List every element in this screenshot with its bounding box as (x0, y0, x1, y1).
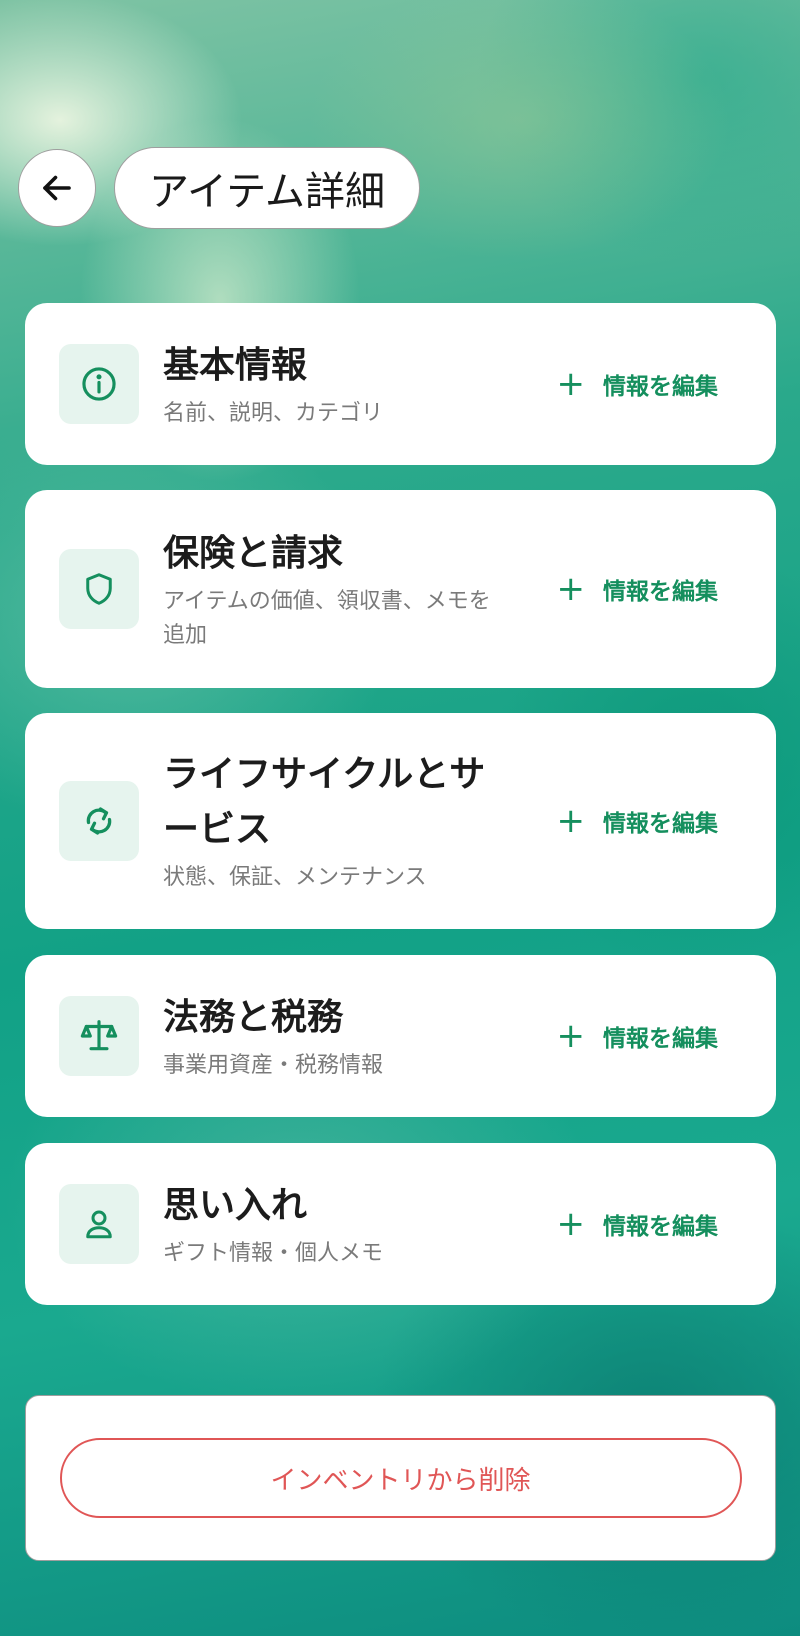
danger-zone-panel: インベントリから削除 (25, 1395, 776, 1561)
section-text: ライフサイクルとサービス 状態、保証、メンテナンス (163, 747, 493, 895)
section-text: 法務と税務 事業用資産・税務情報 (163, 990, 493, 1083)
shield-icon (86, 573, 112, 605)
section-card-sentimental[interactable]: 思い入れ ギフト情報・個人メモ + 情報を編集 (25, 1143, 776, 1305)
section-text: 保険と請求 アイテムの価値、領収書、メモを追加 (163, 526, 493, 653)
section-title: 思い入れ (163, 1184, 308, 1226)
edit-info-label: 情報を編集 (603, 1214, 718, 1240)
section-title: 保険と請求 (163, 532, 344, 574)
scale-icon (80, 1020, 118, 1051)
section-card-legal-tax[interactable]: 法務と税務 事業用資産・税務情報 + 情報を編集 (25, 955, 776, 1117)
section-text: 思い入れ ギフト情報・個人メモ (163, 1178, 493, 1271)
section-card-basic-info[interactable]: 基本情報 名前、説明、カテゴリ + 情報を編集 (25, 303, 776, 465)
arrow-left-icon (43, 175, 71, 201)
edit-info-button[interactable]: + 情報を編集 (557, 1207, 719, 1241)
section-subtitle: 事業用資産・税務情報 (163, 1052, 384, 1078)
edit-info-button[interactable]: + 情報を編集 (557, 1019, 719, 1053)
refresh-icon (86, 807, 112, 835)
delete-from-inventory-button[interactable]: インベントリから削除 (59, 1438, 742, 1518)
edit-info-button[interactable]: + 情報を編集 (557, 572, 719, 606)
edit-info-label: 情報を編集 (603, 579, 718, 605)
edit-info-button[interactable]: + 情報を編集 (557, 367, 719, 401)
section-card-lifecycle[interactable]: ライフサイクルとサービス 状態、保証、メンテナンス + 情報を編集 (25, 713, 776, 929)
person-icon (86, 1210, 112, 1239)
edit-info-label: 情報を編集 (603, 1026, 718, 1052)
plus-icon: + (556, 801, 586, 841)
edit-info-button[interactable]: + 情報を編集 (557, 804, 719, 838)
section-subtitle: アイテムの価値、領収書、メモを追加 (163, 588, 491, 648)
icon-container (59, 996, 139, 1076)
icon-container (59, 781, 139, 861)
section-title: 基本情報 (163, 344, 308, 386)
plus-icon: + (556, 1016, 586, 1056)
icon-container (59, 549, 139, 629)
info-icon (82, 367, 116, 401)
plus-icon: + (556, 1204, 586, 1244)
section-title: ライフサイクルとサービス (163, 754, 486, 850)
plus-icon: + (556, 364, 586, 404)
icon-container (59, 1184, 139, 1264)
page-title: アイテム詳細 (114, 147, 420, 229)
edit-info-label: 情報を編集 (603, 811, 718, 837)
section-subtitle: 名前、説明、カテゴリ (163, 400, 384, 426)
section-subtitle: ギフト情報・個人メモ (163, 1240, 384, 1266)
section-subtitle: 状態、保証、メンテナンス (163, 865, 427, 890)
icon-container (59, 344, 139, 424)
back-button[interactable] (18, 149, 96, 227)
section-title: 法務と税務 (163, 996, 344, 1038)
app-bar: アイテム詳細 (18, 147, 420, 229)
plus-icon: + (556, 569, 586, 609)
section-card-insurance[interactable]: 保険と請求 アイテムの価値、領収書、メモを追加 + 情報を編集 (25, 490, 776, 688)
section-text: 基本情報 名前、説明、カテゴリ (163, 338, 493, 431)
edit-info-label: 情報を編集 (603, 374, 718, 400)
